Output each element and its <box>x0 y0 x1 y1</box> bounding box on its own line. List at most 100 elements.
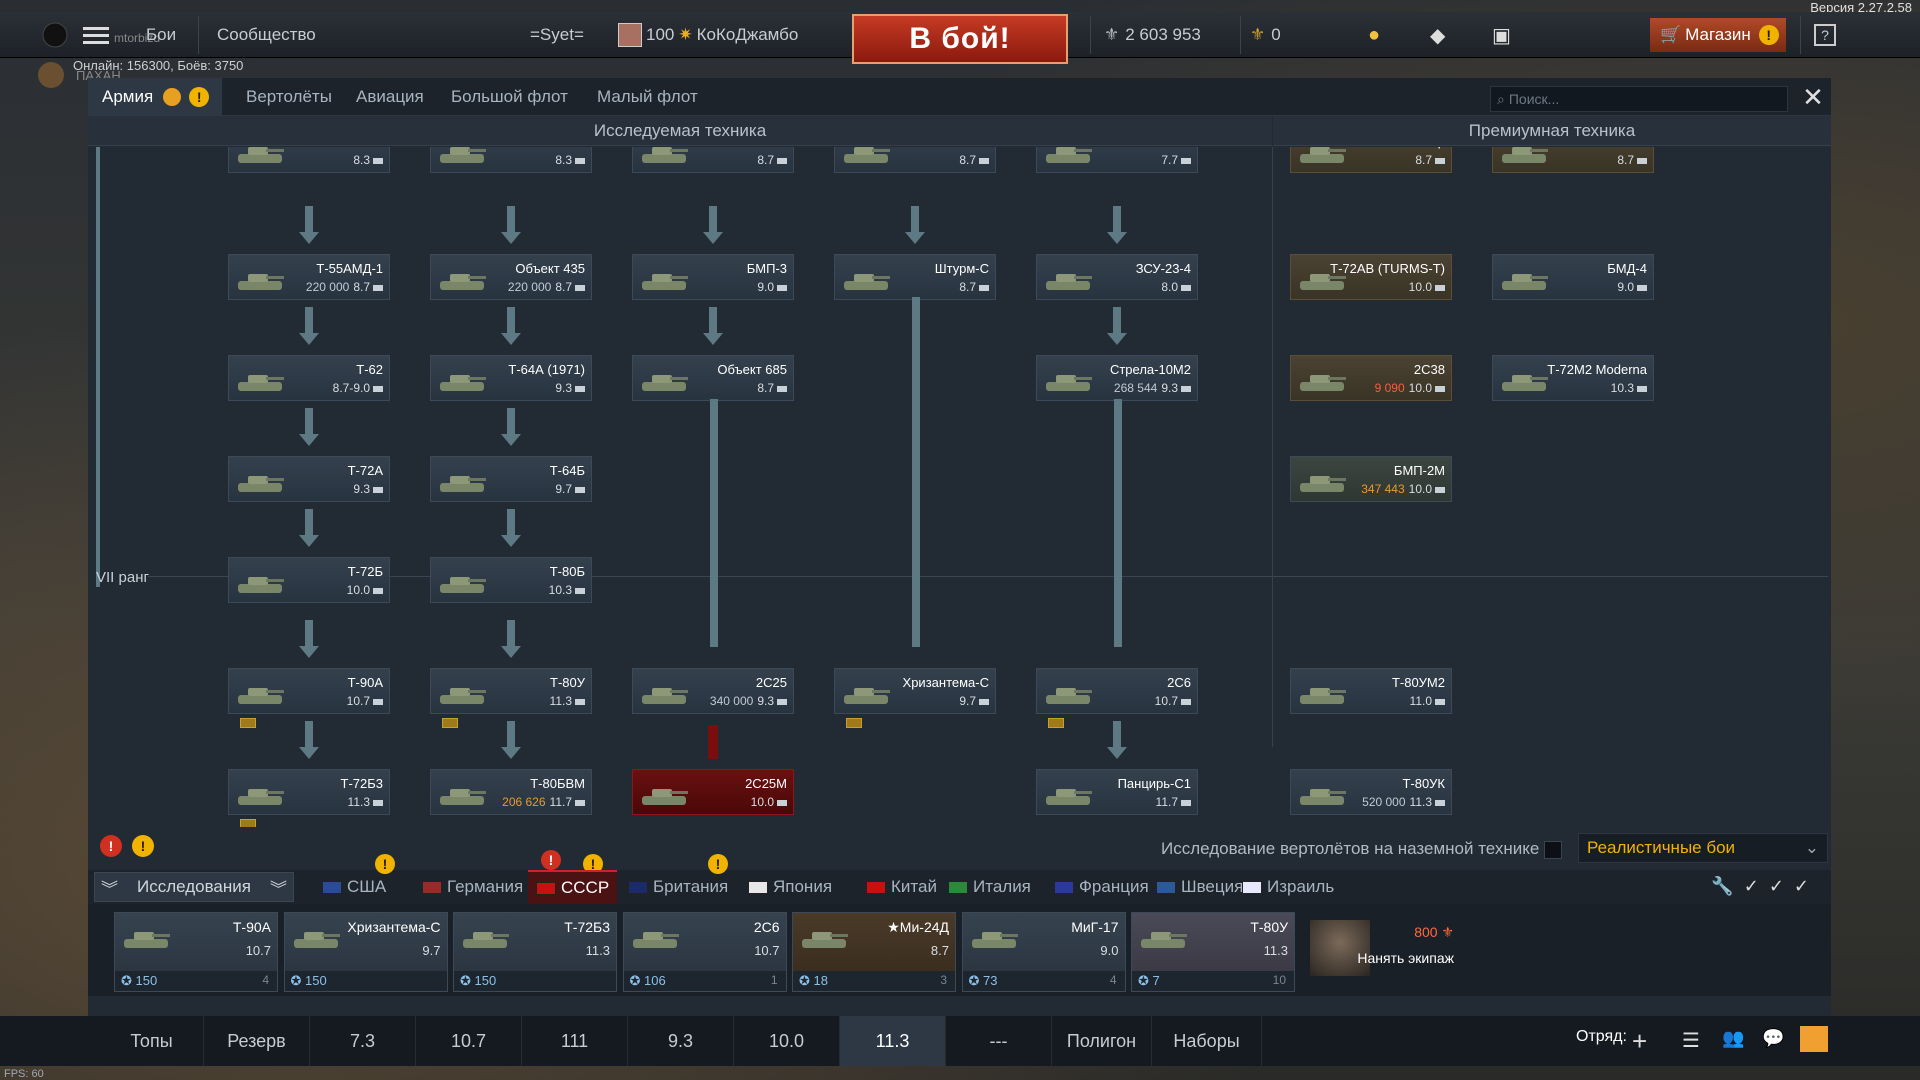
mail-icon[interactable] <box>1800 1026 1828 1052</box>
coupon-icon[interactable]: ▣ <box>1492 12 1511 58</box>
nation-tab-3[interactable]: Британия <box>620 870 736 904</box>
vehicle-card[interactable]: 8.3 <box>228 147 390 173</box>
vehicle-card[interactable]: Набор 8.7 <box>1290 147 1452 173</box>
vehicle-card[interactable]: Штурм-С 8.7 <box>834 254 996 300</box>
check-icon[interactable]: ✓ <box>1744 876 1769 896</box>
profile-avatar[interactable] <box>38 62 64 88</box>
bottom-tab-0[interactable]: Топы <box>100 1016 204 1066</box>
vehicle-card[interactable]: Объект 685 8.7 <box>632 355 794 401</box>
vehicle-card[interactable]: 2С25 340 000 9.3 <box>632 668 794 714</box>
shop-button[interactable]: 🛒 Магазин! <box>1650 18 1786 52</box>
bottom-tab-3[interactable]: 10.7 <box>416 1016 522 1066</box>
close-button[interactable]: ✕ <box>1798 82 1828 112</box>
bottom-tab-5[interactable]: 9.3 <box>628 1016 734 1066</box>
list-icon[interactable]: ☰ <box>1682 1028 1700 1053</box>
search-input[interactable]: ⌕ Поиск... <box>1490 86 1788 112</box>
chat-icon[interactable]: 💬 <box>1762 1028 1784 1049</box>
vehicle-card[interactable]: Т-80УМ2 11.0 <box>1290 668 1452 714</box>
nation-tab-7[interactable]: Франция <box>1046 870 1157 904</box>
nation-tab-5[interactable]: Китай <box>858 870 945 904</box>
battles-menu[interactable]: Бои <box>146 12 176 58</box>
research-toggle[interactable]: ︾ Исследования ︾ <box>94 872 294 902</box>
community-menu[interactable]: Сообщество <box>217 12 316 58</box>
vehicle-card[interactable]: 8.7 <box>834 147 996 173</box>
alert-icon[interactable]: ! <box>100 835 122 857</box>
bottom-tab-10[interactable]: Наборы <box>1152 1016 1262 1066</box>
vehicle-card[interactable]: Т-55АМД-1 220 000 8.7 <box>228 254 390 300</box>
nation-tab-6[interactable]: Италия <box>940 870 1039 904</box>
vehicle-card[interactable]: БМП-2М 347 443 10.0 <box>1290 456 1452 502</box>
vehicle-card[interactable]: 8.7 <box>632 147 794 173</box>
vehicle-card[interactable]: 7.7 <box>1036 147 1198 173</box>
bottom-tab-1[interactable]: Резерв <box>204 1016 310 1066</box>
vehicle-card[interactable]: Т-62 8.7-9.0 <box>228 355 390 401</box>
vehicle-card[interactable]: Т-72М2 Moderna 10.3 <box>1492 355 1654 401</box>
add-squad-icon[interactable]: + <box>1632 1026 1647 1057</box>
vehicle-card[interactable]: Объект 435 220 000 8.7 <box>430 254 592 300</box>
vehicle-card[interactable]: БМП-3 9.0 <box>632 254 794 300</box>
crew-slot[interactable]: МиГ-17 9.0 ✪ 73 4 <box>961 912 1126 992</box>
heli-research-checkbox[interactable] <box>1544 841 1562 859</box>
vehicle-card[interactable]: ЗСУ-23-4 8.0 <box>1036 254 1198 300</box>
crew-slot[interactable]: ★Ми-24Д 8.7 ✪ 18 3 <box>792 912 956 992</box>
vehicle-card[interactable]: Т-80УК 520 000 11.3 <box>1290 769 1452 815</box>
avatar[interactable]: 100 ✷ КоКоДжамбо <box>618 12 798 58</box>
vehicle-card[interactable]: Стрела-10М2 268 544 9.3 <box>1036 355 1198 401</box>
crew-slot[interactable]: Т-72Б3 11.3 ✪ 150 <box>453 912 617 992</box>
vehicle-card[interactable]: 2С6 10.7 <box>1036 668 1198 714</box>
vehicle-card[interactable]: 8.3 <box>430 147 592 173</box>
menu-icon[interactable] <box>83 12 109 58</box>
nation-tab-4[interactable]: Япония <box>740 870 840 904</box>
crew-slot[interactable]: Т-90А 10.7 ✪ 150 4 <box>114 912 278 992</box>
check-icon[interactable]: ✓ <box>1794 876 1819 896</box>
battle-button[interactable]: В бой! <box>852 14 1068 64</box>
bottom-bar: Топы Резерв 7.3 10.7 111 9.3 10.0 11.3 --- Полиго… <box>0 1016 1920 1066</box>
vehicle-card[interactable]: Т-90А 10.7 <box>228 668 390 714</box>
crew-slot[interactable]: 2С6 10.7 ✪ 106 1 <box>622 912 787 992</box>
bottom-tab-2[interactable]: 7.3 <box>310 1016 416 1066</box>
vehicle-card[interactable]: Т-72Б3 11.3 <box>228 769 390 815</box>
vehicle-card[interactable]: 2С38 9 090 10.0 <box>1290 355 1452 401</box>
nation-tab-0[interactable]: США <box>314 870 394 904</box>
bottom-tab-7[interactable]: 11.3 <box>840 1016 946 1066</box>
tab-coastal-fleet[interactable]: Малый флот <box>597 78 698 116</box>
bottom-tab-8[interactable]: --- <box>946 1016 1052 1066</box>
vehicle-card[interactable]: Хризантема-С 9.7 <box>834 668 996 714</box>
contacts-icon[interactable]: 👥 <box>1722 1028 1744 1049</box>
nation-tab-1[interactable]: Германия <box>414 870 531 904</box>
vehicle-card[interactable]: Т-64Б 9.7 <box>430 456 592 502</box>
vehicle-card[interactable]: Т-72Б 10.0 <box>228 557 390 603</box>
tab-aviation[interactable]: Авиация <box>356 78 424 116</box>
vehicle-card[interactable]: Т-80У 11.3 <box>430 668 592 714</box>
lightbulb-icon[interactable]: ● <box>1368 12 1380 58</box>
tab-army[interactable]: Армия! <box>88 78 222 116</box>
hire-crew-slot[interactable]: 800 ⚜ Нанять экипаж <box>1300 912 1464 992</box>
vehicle-card[interactable]: Т-72АВ (TURMS-T) 10.0 <box>1290 254 1452 300</box>
vehicle-card[interactable]: Т-80БВМ 206 626 11.7 <box>430 769 592 815</box>
diamond-icon[interactable]: ◆ <box>1430 12 1445 58</box>
vehicle-card[interactable]: Т-72А 9.3 <box>228 456 390 502</box>
vehicle-card[interactable]: БМД-4 9.0 <box>1492 254 1654 300</box>
vehicle-card[interactable]: 8.7 <box>1492 147 1654 173</box>
vehicle-card[interactable]: Панцирь-С1 11.7 <box>1036 769 1198 815</box>
crew-slot[interactable]: Т-80У 11.3 ✪ 7 10 <box>1131 912 1295 992</box>
help-button[interactable]: ? <box>1814 12 1836 58</box>
tech-tree[interactable]: VII ранг 8.38.38.78.77.7Набор8.78.7Т-55А… <box>88 147 1831 827</box>
bottom-tab-6[interactable]: 10.0 <box>734 1016 840 1066</box>
double-check-icon[interactable]: ✓ <box>1769 876 1794 896</box>
wrench-icon[interactable]: 🔧 <box>1711 876 1743 896</box>
tab-helicopters[interactable]: Вертолёты <box>246 78 332 116</box>
vehicle-card[interactable]: Т-80Б 10.3 <box>430 557 592 603</box>
crew-slot[interactable]: Хризантема-С 9.7 ✪ 150 <box>283 912 448 992</box>
mode-select[interactable]: Реалистичные бои ⌄ <box>1578 833 1828 863</box>
bottom-tab-9[interactable]: Полигон <box>1052 1016 1152 1066</box>
gold-balance[interactable]: ⚜ 0 <box>1250 12 1281 58</box>
alert-shield-icon[interactable]: ! <box>132 835 154 857</box>
nation-tab-9[interactable]: Израиль <box>1234 870 1342 904</box>
silver-balance[interactable]: ⚜ 2 603 953 <box>1104 12 1201 58</box>
vehicle-card[interactable]: 2С25М 10.0 <box>632 769 794 815</box>
bottom-tab-4[interactable]: 111 <box>522 1016 628 1066</box>
tab-bluewater-fleet[interactable]: Большой флот <box>451 78 568 116</box>
vehicle-card[interactable]: Т-64А (1971) 9.3 <box>430 355 592 401</box>
nation-tab-2[interactable]: СССР <box>528 870 618 904</box>
